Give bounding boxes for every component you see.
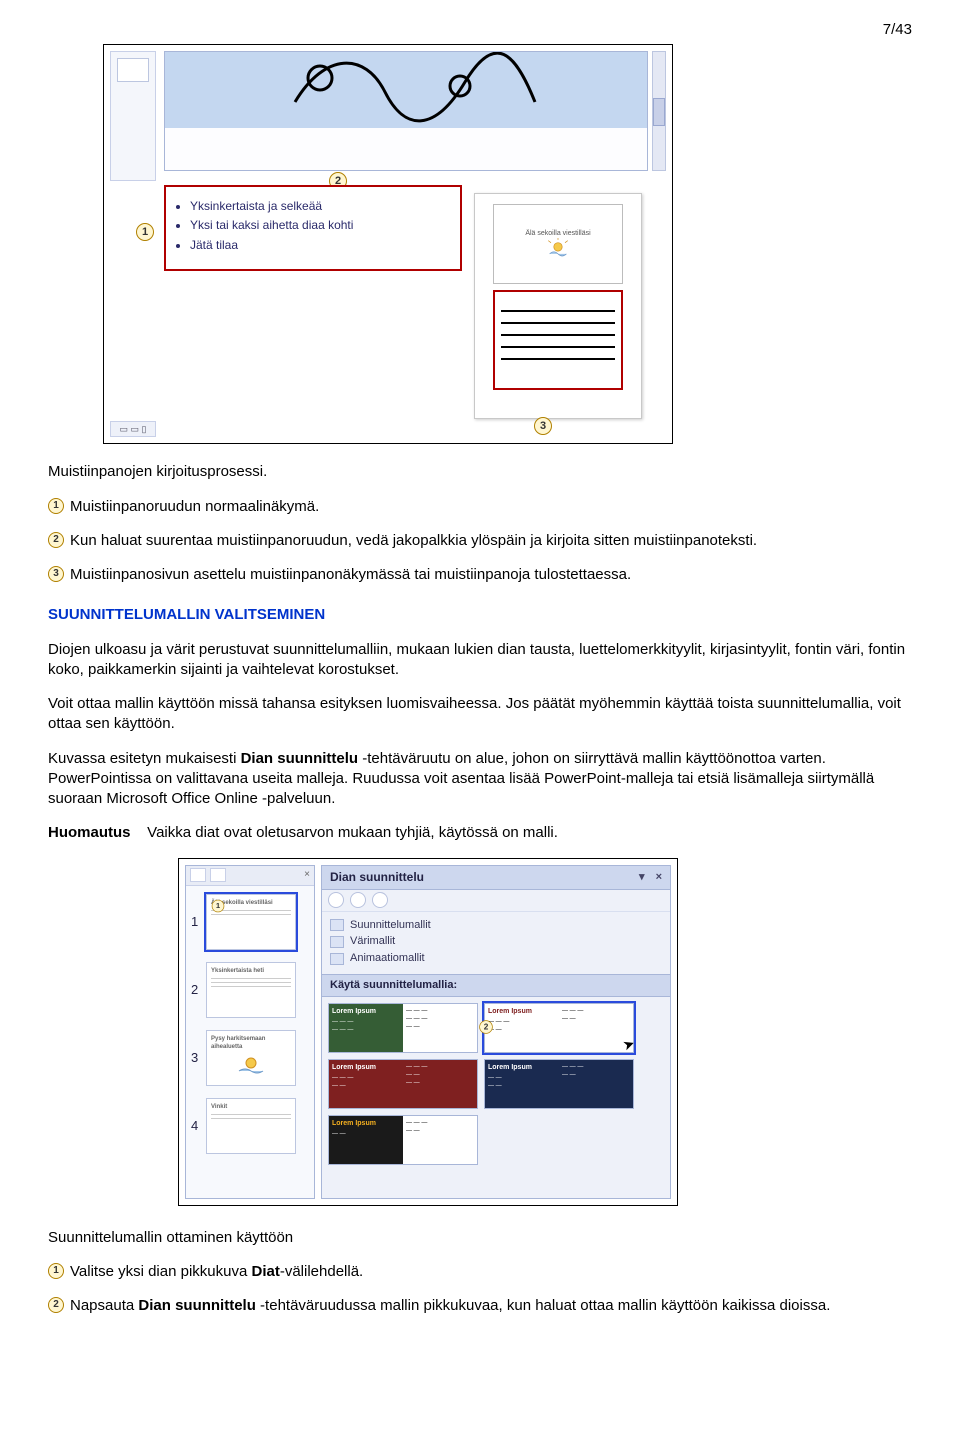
slide-thumbnail-4[interactable]: Vinkit [206, 1098, 296, 1154]
design-links: Suunnittelumallit Värimallit Animaatioma… [322, 912, 670, 975]
slide-number: 1 [191, 913, 201, 931]
body-paragraph: Voit ottaa mallin käyttöön missä tahansa… [48, 694, 912, 735]
callout-2-inline: 2 [48, 1297, 64, 1313]
callout-1: 1 [136, 223, 154, 241]
notes-bullet: Yksi tai kaksi aihetta diaa kohti [190, 217, 450, 233]
page-number: 7/43 [48, 20, 912, 40]
slide-canvas [165, 52, 647, 128]
paragraph-heading: Suunnittelumallin ottaminen käyttöön [48, 1228, 912, 1248]
nav-forward-button[interactable] [350, 892, 366, 908]
list-item: 1Muistiinpanoruudun normaalinäkymä. [48, 497, 912, 517]
notes-pane: Yksinkertaista ja selkeää Yksi tai kaksi… [164, 185, 462, 271]
bold-term: Dian suunnittelu [138, 1297, 256, 1314]
slide-number: 2 [191, 981, 201, 999]
slide-thumbnail-2[interactable]: Yksinkertaista heti [206, 962, 296, 1018]
task-pane-nav [322, 890, 670, 912]
close-icon[interactable]: × [304, 868, 310, 882]
callout-3: 3 [534, 417, 552, 435]
slides-tab: × 1 1 Älä sekoilla viestilläsi 2 Yksinke… [185, 865, 315, 1199]
dropdown-icon[interactable]: ▾ [639, 870, 645, 885]
template-thumbnail-selected[interactable]: Lorem Ipsum— — —— — — — —— — 2 ➤ [484, 1003, 634, 1053]
template-thumbnail[interactable]: Lorem Ipsum— — —— — — — —— —— — [328, 1059, 478, 1109]
scrollbar[interactable] [652, 51, 666, 171]
notes-bullet: Yksinkertaista ja selkeää [190, 198, 450, 214]
close-icon[interactable]: × [656, 870, 662, 885]
slide-thumbnail-1[interactable]: 1 Älä sekoilla viestilläsi [206, 894, 296, 950]
thumbnail [117, 58, 149, 82]
design-task-pane: Dian suunnittelu ▾ × Suunnittelumallit V… [321, 865, 671, 1199]
note-paragraph: Huomautus Vaikka diat ovat oletusarvon m… [48, 823, 912, 843]
color-icon [330, 936, 344, 948]
section-heading: SUUNNITTELUMALLIN VALITSEMINEN [48, 605, 912, 625]
list-item: 2Kun haluat suurentaa muistiinpanoruudun… [48, 531, 912, 551]
outline-slides-tabs: × [186, 866, 314, 886]
body-paragraph: Kuvassa esitetyn mukaisesti Dian suunnit… [48, 749, 912, 810]
tab-slides[interactable] [210, 868, 226, 882]
notes-text-area [493, 290, 623, 390]
link-animation-schemes[interactable]: Animaatiomallit [330, 951, 662, 966]
link-color-schemes[interactable]: Värimallit [330, 934, 662, 949]
notes-page-preview: Älä sekoilla viestilläsi [474, 193, 642, 419]
bold-term: Diat [251, 1263, 279, 1280]
figure-design-pane: × 1 1 Älä sekoilla viestilläsi 2 Yksinke… [178, 858, 678, 1206]
slide-number: 3 [191, 1049, 201, 1067]
figure-notes-view: ▭ ▭ ▯ 1 2 Yksinkertaista ja selkeää Yksi… [103, 44, 673, 444]
template-gallery: Lorem Ipsum— — —— — — — — —— — —— — Lore… [322, 997, 670, 1171]
scrollbar-thumb[interactable] [653, 98, 665, 126]
animation-icon [330, 953, 344, 965]
paragraph-heading: Muistiinpanojen kirjoitusprosessi. [48, 462, 912, 482]
list-item: 1Valitse yksi dian pikkukuva Diat-välile… [48, 1262, 912, 1282]
cursor-icon: ➤ [620, 1034, 637, 1056]
list-item: 3Muistiinpanosivun asettelu muistiinpano… [48, 565, 912, 585]
callout-2: 2 [479, 1020, 493, 1034]
template-thumbnail[interactable]: Lorem Ipsum— — —— — — — — —— — —— — [328, 1003, 478, 1053]
nav-home-button[interactable] [372, 892, 388, 908]
callout-1-inline: 1 [48, 1263, 64, 1279]
slide-number: 4 [191, 1117, 201, 1135]
notes-bullet: Jätä tilaa [190, 237, 450, 253]
sun-icon [231, 1053, 271, 1077]
list-item: 2Napsauta Dian suunnittelu -tehtäväruudu… [48, 1296, 912, 1316]
tab-outline[interactable] [190, 868, 206, 882]
slide-thumbnail-pane [110, 51, 156, 181]
template-icon [330, 919, 344, 931]
link-design-templates[interactable]: Suunnittelumallit [330, 918, 662, 933]
note-label: Huomautus [48, 824, 131, 841]
task-pane-title: Dian suunnittelu ▾ × [322, 866, 670, 890]
callout-1: 1 [212, 899, 225, 912]
slide-thumbnail-3[interactable]: Pysy harkitsemaan aihealuetta [206, 1030, 296, 1086]
callout-1-inline: 1 [48, 498, 64, 514]
slide-editor-pane [164, 51, 648, 171]
notes-slide-title: Älä sekoilla viestilläsi [525, 229, 590, 238]
callout-2-inline: 2 [48, 532, 64, 548]
view-buttons: ▭ ▭ ▯ [110, 421, 156, 437]
callout-3-inline: 3 [48, 566, 64, 582]
bold-term: Dian suunnittelu [241, 750, 359, 767]
template-thumbnail[interactable]: Lorem Ipsum— — — — —— — [328, 1115, 478, 1165]
nav-back-button[interactable] [328, 892, 344, 908]
apply-template-label: Käytä suunnittelumallia: [322, 974, 670, 997]
body-paragraph: Diojen ulkoasu ja värit perustuvat suunn… [48, 640, 912, 681]
notes-slide-thumbnail: Älä sekoilla viestilläsi [493, 204, 623, 284]
template-thumbnail[interactable]: Lorem Ipsum— —— — — — —— — [484, 1059, 634, 1109]
sun-icon [544, 238, 572, 260]
